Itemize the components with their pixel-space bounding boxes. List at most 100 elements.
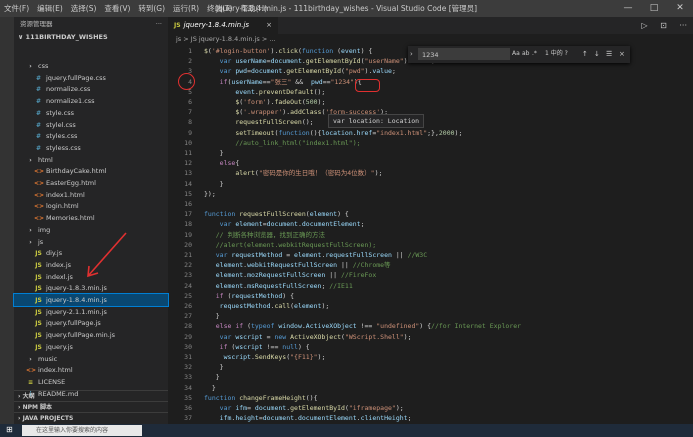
code-line[interactable]: 3 var pwd=document.getElementById("pwd")… <box>168 66 688 76</box>
file-tree-item[interactable]: <> index.html <box>14 364 168 376</box>
close-window-icon[interactable]: ✕ <box>667 0 693 17</box>
code-line[interactable]: 26 requestMethod.call(element); <box>168 301 688 311</box>
code-line[interactable]: 18 var element=document.documentElement; <box>168 219 688 229</box>
file-tree-item[interactable]: <> BirthdayCake.html <box>14 165 168 177</box>
menu-item[interactable]: 终端(T) <box>203 3 236 14</box>
file-tree-item[interactable]: › music <box>14 353 168 365</box>
file-tree-item[interactable]: JS jquery-1.8.4.min.js <box>13 293 169 307</box>
run-icon[interactable]: ▷ <box>641 21 647 30</box>
code-line[interactable]: 36 var ifm= document.getElementById("ifr… <box>168 403 688 413</box>
code-text: } <box>204 363 224 372</box>
tab-jquery-1-8-4-min-js[interactable]: JS jquery-1.8.4.min.js × <box>168 17 278 34</box>
menu-item[interactable]: 文件(F) <box>0 3 33 14</box>
code-line[interactable]: 20 //alert(element.webkitRequestFullScre… <box>168 240 688 250</box>
windows-start-icon[interactable]: ⊞ <box>6 425 13 434</box>
file-tree-item[interactable]: › css <box>14 60 168 72</box>
taskbar-search-input[interactable]: 在这里输入你要搜索的内容 <box>22 425 142 436</box>
file-tree-label: Memories.html <box>46 214 95 223</box>
file-tree-label: indexl.js <box>46 272 73 281</box>
code-line[interactable]: 15}); <box>168 189 688 199</box>
code-line[interactable]: 34 } <box>168 383 688 393</box>
code-text: function requestFullScreen(element) { <box>204 210 349 219</box>
code-line[interactable]: 28 else if (typeof window.ActiveXObject … <box>168 321 688 331</box>
line-number: 17 <box>184 210 192 219</box>
line-number: 8 <box>188 118 192 127</box>
workspace-folder[interactable]: ∨ 111BIRTHDAY_WISHES <box>14 31 168 43</box>
more-actions-icon[interactable]: ··· <box>156 17 162 31</box>
code-line[interactable]: 23 element.mozRequestFullScreen || //Fir… <box>168 270 688 280</box>
code-editor[interactable]: 1 $('#login-button').click(function (even… <box>168 44 688 424</box>
menu-item[interactable]: 帮助(H) <box>237 3 272 14</box>
code-line[interactable]: 5 event.preventDefault(); <box>168 87 688 97</box>
code-line[interactable]: 24 element.msRequestFullScreen; //IE11 <box>168 281 688 291</box>
file-tree-item[interactable]: <> index1.html <box>14 189 168 201</box>
previous-match-icon[interactable]: ↑ <box>582 48 588 60</box>
code-line[interactable]: 19 // 判断各种浏览器，找到正确的方法 <box>168 230 688 240</box>
code-line[interactable]: 30 if (wscript !== null) { <box>168 342 688 352</box>
file-tree-item[interactable]: # styles.css <box>14 130 168 142</box>
code-line[interactable]: 33 } <box>168 372 688 382</box>
code-line[interactable]: 13 alert("密码是你的生日哦！（密码为4位数）"); <box>168 168 688 178</box>
whole-word-icon[interactable]: ab <box>522 48 530 60</box>
code-line[interactable]: 6 $('form').fadeOut(500); <box>168 97 688 107</box>
chevron-right-icon[interactable]: › <box>410 48 413 60</box>
code-line[interactable]: 7 $('.wrapper').addClass('form-success')… <box>168 107 688 117</box>
close-icon[interactable]: × <box>266 17 272 34</box>
file-tree-item[interactable]: # jquery.fullPage.css <box>14 72 168 84</box>
code-line[interactable]: 21 var requestMethod = element.requestFu… <box>168 250 688 260</box>
file-tree-item[interactable]: <> Memories.html <box>14 212 168 224</box>
menu-item[interactable]: 查看(V) <box>100 3 134 14</box>
code-line[interactable]: 31 wscript.SendKeys("{F11}"); <box>168 352 688 362</box>
file-tree-label: jquery-2.1.1.min.js <box>46 307 107 316</box>
close-find-icon[interactable]: × <box>619 48 625 60</box>
minimize-icon[interactable]: — <box>615 0 641 17</box>
menu-item[interactable]: 选择(S) <box>67 3 101 14</box>
menu-item[interactable]: 运行(R) <box>169 3 203 14</box>
code-line[interactable]: 37 ifm.height=document.documentElement.c… <box>168 413 688 423</box>
file-tree-item[interactable]: JS jquery.fullPage.js <box>14 317 168 329</box>
breadcrumb[interactable]: js > JS jquery-1.8.4.min.js > ... <box>168 34 693 44</box>
match-case-icon[interactable]: Aa <box>512 48 520 60</box>
file-tree-item[interactable]: <> EasterEgg.html <box>14 177 168 189</box>
code-line[interactable]: 29 var wscript = new ActiveXObject("WScr… <box>168 332 688 342</box>
code-line[interactable]: 8 requestFullScreen(); <box>168 117 688 127</box>
file-tree-item[interactable]: JS jquery-2.1.1.min.js <box>14 306 168 318</box>
menu-item[interactable]: 编辑(E) <box>33 3 67 14</box>
file-tree-label: styles.css <box>46 132 78 141</box>
code-line[interactable]: 12 else{ <box>168 158 688 168</box>
sidebar-section[interactable]: › JAVA PROJECTS <box>14 412 168 424</box>
file-tree-item[interactable]: ≡ LICENSE <box>14 376 168 388</box>
file-tree-item[interactable]: JS jquery-1.8.3.min.js <box>14 282 168 294</box>
code-line[interactable]: 10 //auto_link_html("index1.html"); <box>168 138 688 148</box>
menu-item[interactable]: 转到(G) <box>134 3 169 14</box>
maximize-icon[interactable]: □ <box>641 0 667 17</box>
code-line[interactable]: 35 function changeFrameHeight(){ <box>168 393 688 403</box>
code-line[interactable]: 4 if(userName=="张三" && pwd=="1234"){ <box>168 77 688 87</box>
find-input[interactable]: 1234 <box>418 48 510 60</box>
file-tree-item[interactable]: › html <box>14 154 168 166</box>
line-number: 36 <box>184 404 192 412</box>
code-line[interactable]: 32 } <box>168 362 688 372</box>
code-line[interactable]: 22 element.webkitRequestFullScreen || //… <box>168 260 688 270</box>
file-tree-item[interactable]: <> login.html <box>14 200 168 212</box>
code-line[interactable]: 11 } <box>168 148 688 158</box>
file-tree-label: img <box>38 225 51 234</box>
file-tree-item[interactable]: # normalize.css <box>14 83 168 95</box>
file-tree-item[interactable]: JS jquery.js <box>14 341 168 353</box>
regex-icon[interactable]: .* <box>532 48 537 60</box>
code-line[interactable]: 25 if (requestMethod) { <box>168 291 688 301</box>
file-tree-item[interactable]: JS jquery.fullPage.min.js <box>14 329 168 341</box>
split-editor-icon[interactable]: ⊡ <box>660 21 667 30</box>
more-icon[interactable]: ··· <box>679 21 687 30</box>
code-line[interactable]: 27 } <box>168 311 688 321</box>
find-in-selection-icon[interactable]: ☰ <box>606 48 612 60</box>
file-tree-item[interactable]: # styless.css <box>14 142 168 154</box>
code-line[interactable]: 17 function requestFullScreen(element) { <box>168 209 688 219</box>
file-tree-item[interactable]: # normalize1.css <box>14 95 168 107</box>
file-tree-item[interactable]: # stylel.css <box>14 119 168 131</box>
code-line[interactable]: 16 <box>168 199 688 209</box>
code-line[interactable]: 14 } <box>168 179 688 189</box>
file-tree-item[interactable]: # style.css <box>14 107 168 119</box>
next-match-icon[interactable]: ↓ <box>594 48 600 60</box>
code-line[interactable]: 9 setTimeout(function(){location.href="i… <box>168 128 688 138</box>
